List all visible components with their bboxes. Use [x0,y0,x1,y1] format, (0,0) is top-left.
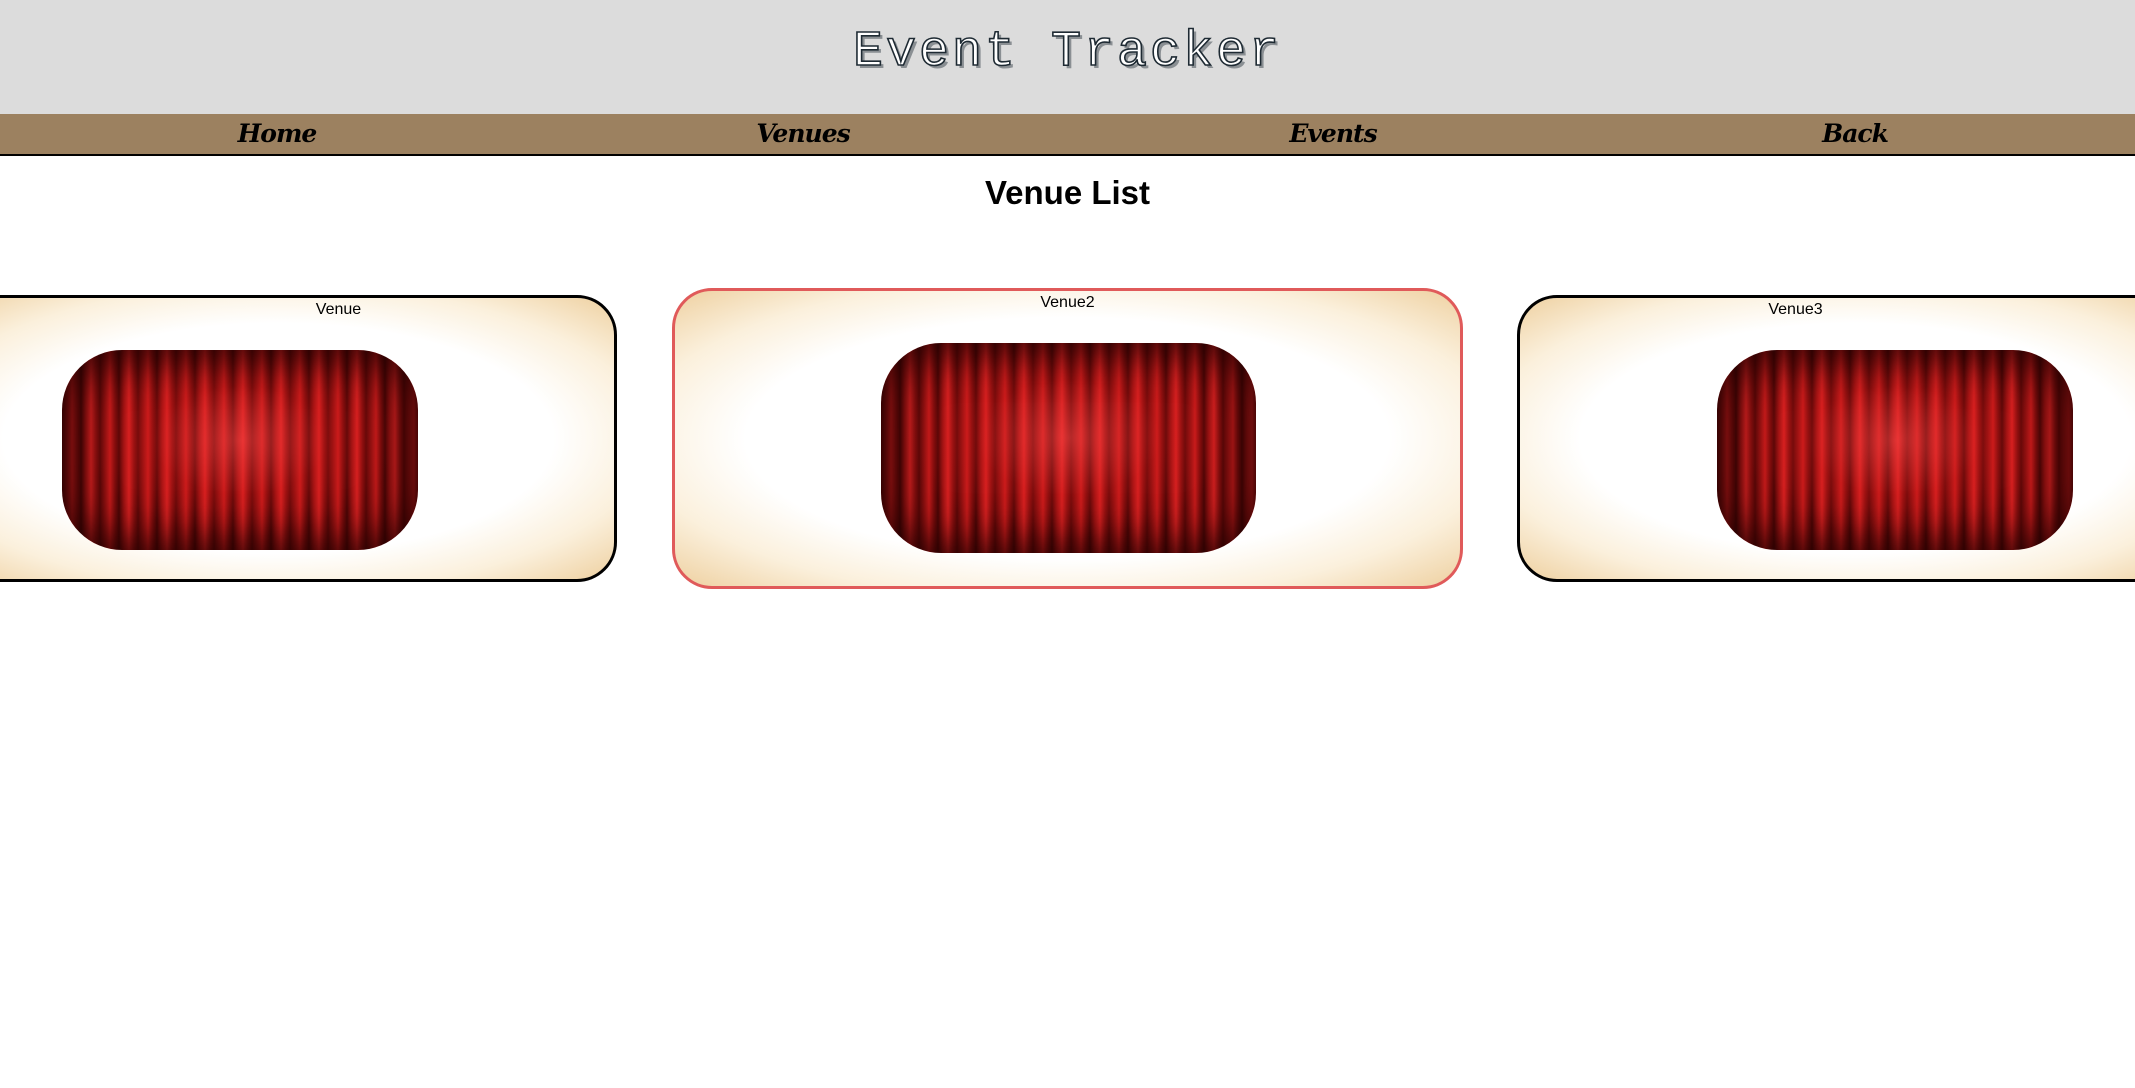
curtain-image [881,343,1256,553]
venue-card-venue3[interactable]: Venue3 [1517,295,2135,582]
nav-item-venues[interactable]: Venues [756,114,850,154]
nav-bar: Home Venues Events Back [0,114,2135,156]
app-title: Event Tracker [852,23,1283,82]
app-header: Event Tracker [0,0,2135,114]
venue-card-label: Venue2 [1040,294,1095,311]
venue-card-label: Venue [315,301,362,318]
nav-item-back[interactable]: Back [1822,114,1889,154]
curtain-image [1717,350,2073,550]
venue-card-label: Venue3 [1768,301,1823,318]
curtain-image [62,350,418,550]
nav-item-home[interactable]: Home [238,114,318,154]
page-title: Venue List [984,174,1151,211]
venue-card-venue2[interactable]: Venue2 [672,288,1463,589]
venue-card-venue[interactable]: Venue [0,295,617,582]
nav-item-events[interactable]: Events [1289,114,1377,154]
